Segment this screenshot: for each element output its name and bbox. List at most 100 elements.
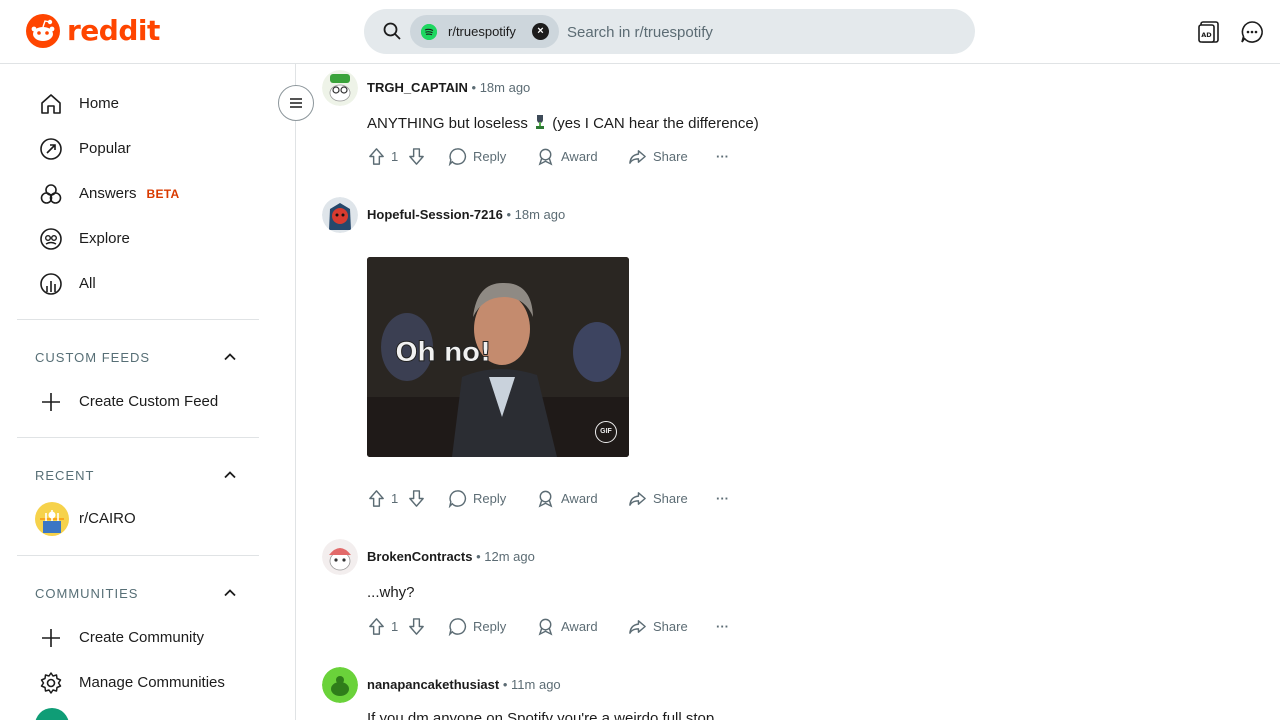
share-icon	[629, 491, 646, 506]
upvote-icon	[369, 147, 384, 165]
vote-count: 1	[391, 490, 399, 506]
separator-dot: •	[502, 677, 508, 692]
upvote-icon	[369, 489, 384, 507]
share-icon	[629, 619, 646, 634]
award-button[interactable]: Award	[536, 488, 598, 508]
comment: nanapancakethusiast • 11m ago If you dm …	[322, 665, 822, 720]
separator-dot: •	[471, 80, 477, 95]
create-community-button[interactable]: Create Community	[38, 623, 204, 653]
explore-icon	[40, 228, 62, 250]
sidebar-divider	[17, 319, 259, 320]
comment-author[interactable]: BrokenContracts	[367, 549, 472, 564]
comment-body: ANYTHING but loseless (yes I CAN hear th…	[367, 114, 759, 132]
reddit-logo[interactable]: reddit	[25, 13, 160, 49]
separator-dot: •	[476, 549, 481, 564]
award-button[interactable]: Award	[536, 146, 598, 166]
manage-communities-button[interactable]: Manage Communities	[38, 668, 225, 698]
comment-actions: 1 Reply Award Share ···	[367, 616, 737, 636]
award-button[interactable]: Award	[536, 616, 598, 636]
create-custom-feed-button[interactable]: Create Custom Feed	[38, 387, 218, 417]
reply-button[interactable]: Reply	[448, 488, 506, 508]
more-options-button[interactable]: ···	[716, 488, 729, 508]
vote-count: 1	[391, 618, 399, 634]
comment-time[interactable]: 18m ago	[515, 207, 566, 222]
sidebar-divider	[17, 437, 259, 438]
section-title-recent: RECENT	[35, 468, 95, 483]
search-input[interactable]	[567, 22, 947, 42]
left-sidebar: Home Popular Answers BETA Explore All CU…	[0, 64, 296, 720]
comment-author[interactable]: nanapancakethusiast	[367, 677, 499, 692]
downvote-icon	[409, 489, 424, 507]
downvote-button[interactable]	[407, 146, 426, 166]
sidebar-divider	[17, 555, 259, 556]
comment-time[interactable]: 12m ago	[484, 549, 535, 564]
sidebar-item-label: Explore	[79, 230, 130, 247]
logo-text: reddit	[67, 14, 160, 47]
upvote-button[interactable]	[367, 146, 386, 166]
section-title-custom-feeds: CUSTOM FEEDS	[35, 350, 151, 365]
comment-time[interactable]: 18m ago	[480, 80, 531, 95]
award-icon	[538, 618, 553, 636]
manage-communities-label: Manage Communities	[79, 674, 225, 691]
advertise-icon[interactable]: AD	[1196, 19, 1222, 45]
comment-time[interactable]: 11m ago	[511, 677, 561, 692]
reply-button[interactable]: Reply	[448, 616, 506, 636]
create-community-label: Create Community	[79, 629, 205, 646]
avatar[interactable]	[322, 197, 358, 233]
menu-icon	[290, 98, 302, 108]
trophy-emoji-icon	[536, 115, 545, 129]
comment-body: If you dm anyone on Spotify you're a wei…	[367, 710, 715, 720]
reddit-snoo-icon	[26, 14, 60, 48]
recent-community-label: r/CAIRO	[79, 510, 136, 527]
more-options-button[interactable]: ···	[716, 616, 729, 636]
share-button[interactable]: Share	[628, 616, 688, 636]
comment: Hopeful-Session-7216 • 18m ago Oh no! GI…	[322, 195, 742, 525]
sidebar-item-answers[interactable]: Answers BETA	[38, 179, 179, 209]
reply-icon	[448, 489, 467, 508]
comment-author[interactable]: Hopeful-Session-7216	[367, 207, 503, 222]
chevron-up-icon[interactable]	[222, 585, 238, 601]
recent-community-cairo[interactable]: r/CAIRO	[34, 502, 136, 536]
avatar[interactable]	[322, 70, 358, 106]
award-icon	[538, 148, 553, 166]
comment-actions: 1 Reply Award Share ···	[367, 146, 737, 166]
comment-author[interactable]: TRGH_CAPTAIN	[367, 80, 468, 95]
sidebar-item-popular[interactable]: Popular	[38, 134, 131, 164]
answers-icon	[40, 184, 62, 204]
search-scope-chip[interactable]: r/truespotify ×	[410, 15, 559, 48]
spotify-icon	[421, 23, 437, 40]
sidebar-item-home[interactable]: Home	[38, 89, 119, 119]
top-bar: reddit r/truespotify × AD	[0, 0, 1280, 64]
search-chip-label: r/truespotify	[448, 24, 516, 39]
create-custom-feed-label: Create Custom Feed	[79, 393, 219, 410]
community-avatar-partial[interactable]	[35, 708, 69, 720]
sidebar-item-explore[interactable]: Explore	[38, 224, 130, 254]
downvote-button[interactable]	[407, 616, 426, 636]
upvote-button[interactable]	[367, 488, 386, 508]
reply-button[interactable]: Reply	[448, 146, 506, 166]
share-button[interactable]: Share	[628, 488, 688, 508]
collapse-sidebar-button[interactable]	[278, 85, 314, 121]
chevron-up-icon[interactable]	[222, 467, 238, 483]
reply-icon	[448, 147, 467, 166]
gear-icon	[40, 672, 62, 694]
upvote-button[interactable]	[367, 616, 386, 636]
more-options-button[interactable]: ···	[716, 146, 729, 166]
plus-icon	[42, 629, 60, 647]
chevron-up-icon[interactable]	[222, 349, 238, 365]
gif-caption: Oh no!	[395, 337, 493, 369]
avatar[interactable]	[322, 667, 358, 703]
avatar[interactable]	[322, 539, 358, 575]
comment-body: ...why?	[367, 584, 415, 601]
chat-icon[interactable]	[1239, 19, 1265, 45]
all-icon	[40, 273, 62, 295]
sidebar-item-label: All	[79, 275, 96, 292]
close-icon[interactable]: ×	[532, 23, 549, 40]
sidebar-item-all[interactable]: All	[38, 269, 96, 299]
share-button[interactable]: Share	[628, 146, 688, 166]
gif-image[interactable]: Oh no! GIF	[367, 257, 629, 457]
downvote-button[interactable]	[407, 488, 426, 508]
separator-dot: •	[506, 207, 512, 222]
popular-icon	[40, 138, 62, 160]
beta-badge: BETA	[146, 187, 180, 201]
